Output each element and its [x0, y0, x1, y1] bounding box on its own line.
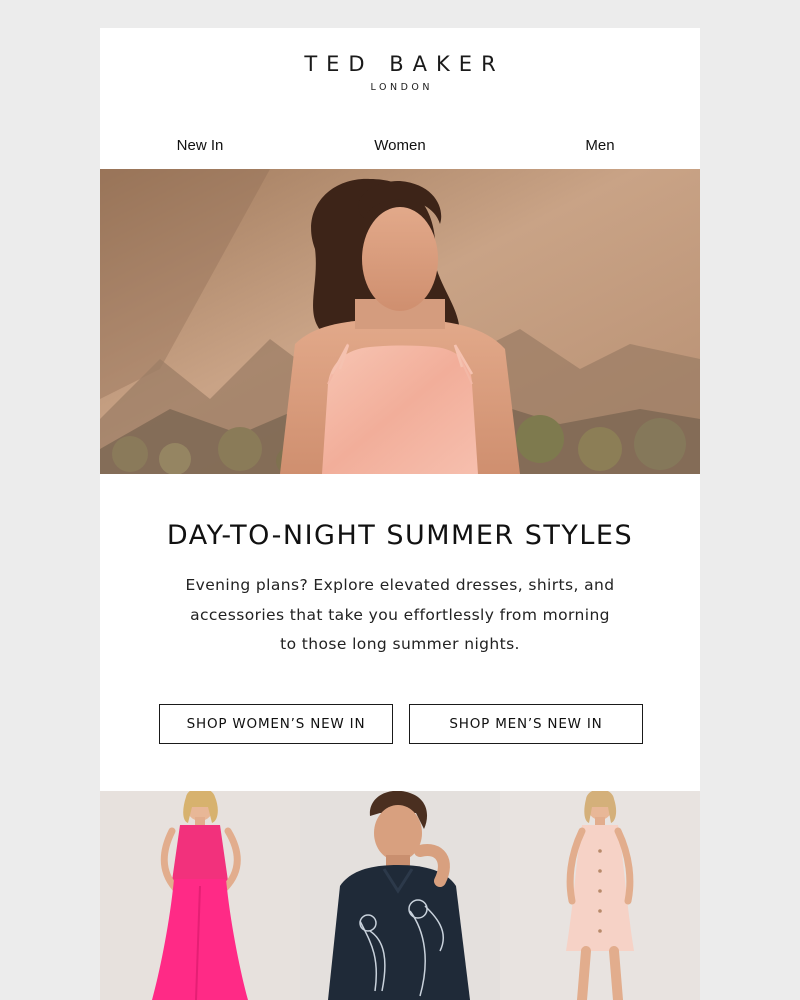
- promo-headline: DAY-TO-NIGHT SUMMER STYLES: [166, 520, 634, 551]
- brand-logo[interactable]: TED BAKER LONDON: [100, 52, 700, 94]
- product-grid: [100, 791, 700, 1000]
- shop-womens-new-in-button[interactable]: SHOP WOMEN’S NEW IN: [159, 704, 393, 744]
- product-image-navy-shirt: [300, 791, 500, 1000]
- promo-body: Evening plans? Explore elevated dresses,…: [185, 576, 615, 653]
- brand-name: TED BAKER: [304, 52, 505, 76]
- hero-image[interactable]: [100, 169, 700, 474]
- product-tile-women-pink[interactable]: [100, 791, 300, 1000]
- product-image-pink-co-ord: [100, 791, 300, 1000]
- nav-item-new-in[interactable]: New In: [140, 134, 260, 158]
- brand-location: LONDON: [370, 82, 433, 93]
- email-container: TED BAKER LONDON New In Women Men DAY-TO…: [100, 28, 700, 1000]
- hero-illustration: [100, 169, 700, 474]
- product-image-blush-dress: [500, 791, 700, 1000]
- nav-item-women[interactable]: Women: [340, 134, 460, 158]
- top-nav: New In Women Men: [100, 134, 700, 158]
- product-tile-men-navy-shirt[interactable]: [300, 791, 500, 1000]
- product-tile-women-blush-dress[interactable]: [500, 791, 700, 1000]
- shop-mens-new-in-button[interactable]: SHOP MEN’S NEW IN: [409, 704, 643, 744]
- nav-item-men[interactable]: Men: [540, 134, 660, 158]
